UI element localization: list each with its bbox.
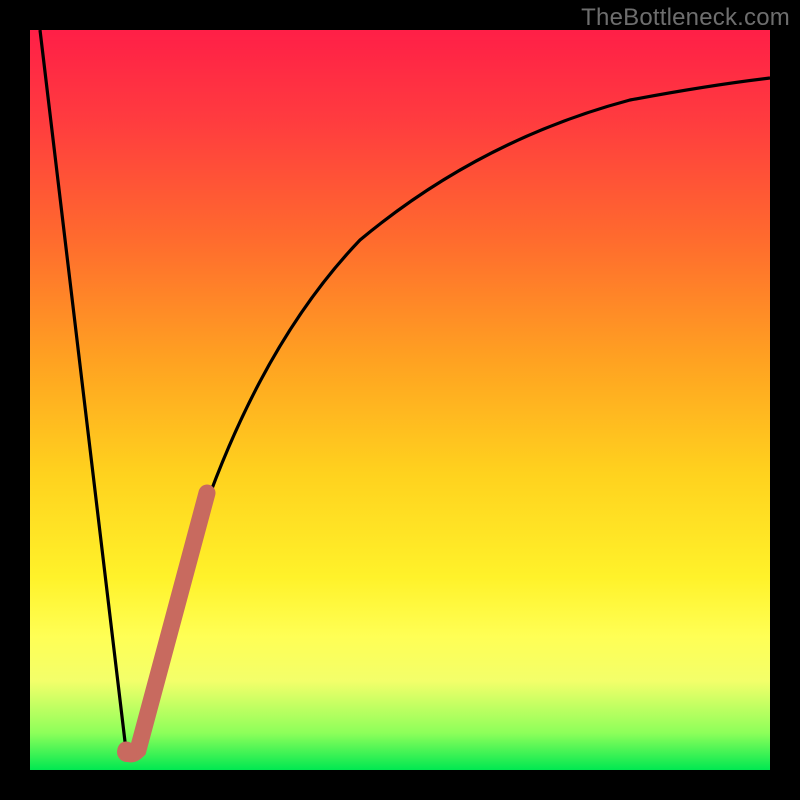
watermark-text: TheBottleneck.com: [581, 4, 790, 32]
curve-svg: [30, 30, 770, 770]
bottleneck-curve-line: [40, 30, 770, 754]
highlight-end-dot: [117, 742, 137, 762]
plot-area: [30, 30, 770, 770]
chart-frame: TheBottleneck.com: [0, 0, 800, 800]
highlight-segment: [126, 493, 207, 754]
